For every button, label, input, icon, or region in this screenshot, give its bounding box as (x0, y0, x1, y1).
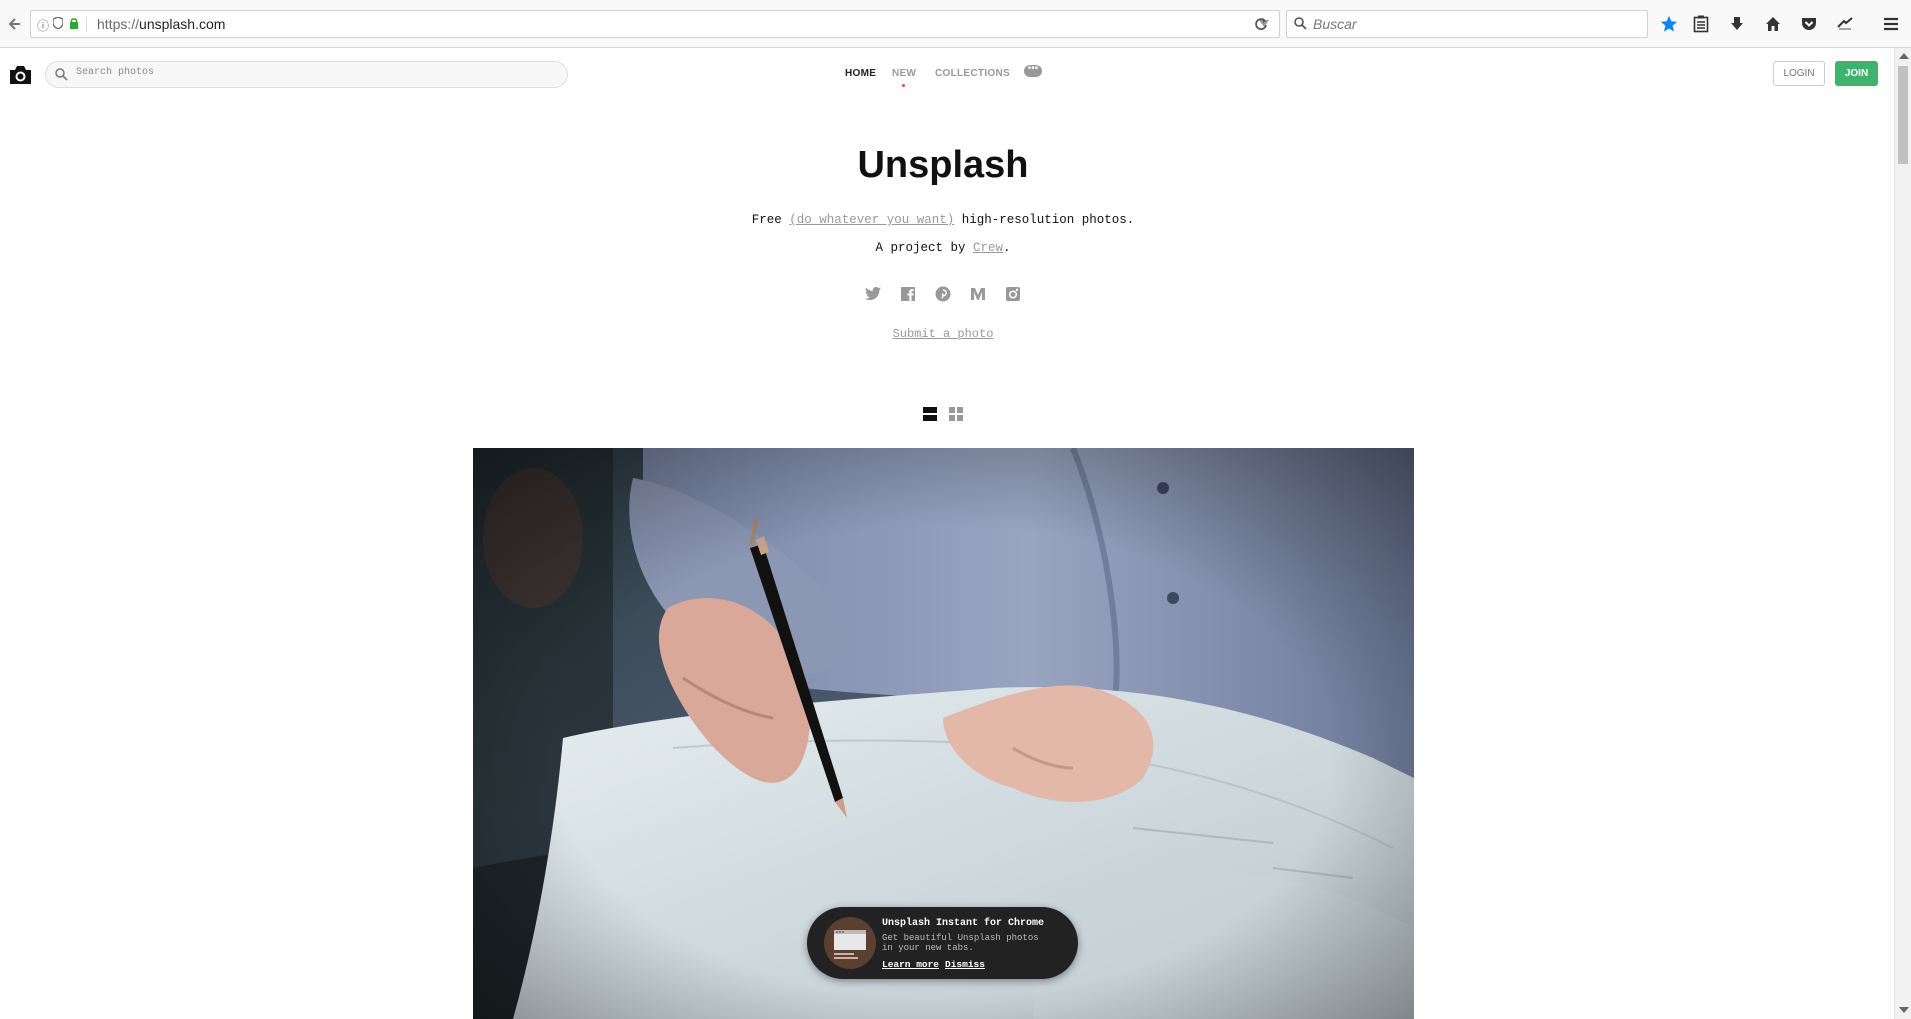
tagline: Free (do whatever you want) high-resolut… (751, 213, 1135, 227)
url-text[interactable]: https://unsplash.com (97, 16, 225, 32)
menu-icon[interactable] (1879, 12, 1903, 36)
page-title: Unsplash (857, 144, 1029, 186)
twitter-icon[interactable] (864, 285, 882, 303)
social-links (864, 285, 1022, 303)
extension-icon[interactable] (1833, 12, 1857, 36)
crew-link[interactable]: Crew (973, 241, 1003, 255)
search-photos-input[interactable] (74, 66, 548, 79)
scroll-thumb[interactable] (1898, 66, 1908, 164)
more-menu-button[interactable]: ••• (1024, 64, 1042, 77)
bookmark-star-icon[interactable] (1657, 12, 1681, 36)
join-button[interactable]: JOIN (1835, 61, 1878, 86)
single-column-view-icon[interactable] (923, 407, 937, 426)
info-icon[interactable]: ⓘ (37, 17, 49, 34)
reading-list-icon[interactable] (1689, 12, 1713, 36)
nav-collections-link[interactable]: COLLECTIONS (935, 68, 1010, 79)
back-button[interactable] (3, 12, 25, 36)
search-photos-field[interactable] (45, 61, 568, 88)
lock-icon[interactable] (69, 17, 79, 32)
camera-logo-icon[interactable] (8, 64, 33, 86)
promo-description: Get beautiful Unsplash photos in your ne… (882, 933, 1039, 953)
pinterest-icon[interactable] (934, 285, 952, 303)
nav-new-link[interactable]: NEW (892, 68, 916, 79)
home-icon[interactable] (1761, 12, 1785, 36)
url-bar[interactable]: ⓘ https://unsplash.com (30, 10, 1280, 38)
browser-search-placeholder: Buscar (1313, 16, 1357, 32)
site-header: HOME NEW COLLECTIONS ••• LOGIN JOIN (0, 48, 1894, 100)
scroll-up-icon[interactable] (1899, 53, 1909, 59)
back-arrow-icon (8, 18, 20, 30)
chrome-extension-toast: Unsplash Instant for Chrome Get beautifu… (807, 907, 1078, 979)
search-icon (55, 68, 68, 81)
scroll-down-icon[interactable] (1899, 1007, 1909, 1013)
dismiss-link[interactable]: Dismiss (945, 959, 985, 970)
nav-home-link[interactable]: HOME (845, 68, 876, 79)
instagram-icon[interactable] (1004, 285, 1022, 303)
scrollbar[interactable] (1894, 48, 1911, 1019)
promo-thumbnail (824, 917, 876, 969)
facebook-icon[interactable] (899, 285, 917, 303)
reload-button[interactable] (1250, 12, 1272, 36)
promo-links: Learn more Dismiss (882, 959, 991, 970)
license-link[interactable]: (do whatever you want) (789, 213, 954, 227)
browser-toolbar: ⓘ https://unsplash.com Buscar (0, 0, 1911, 48)
byline: A project by Crew. (875, 241, 1011, 255)
reload-icon (1255, 18, 1267, 30)
browser-search-bar[interactable]: Buscar (1286, 10, 1648, 38)
view-toggle (923, 407, 963, 426)
grid-view-icon[interactable] (949, 407, 963, 426)
medium-icon[interactable] (969, 285, 987, 303)
promo-title: Unsplash Instant for Chrome (882, 918, 1045, 929)
search-icon (1294, 17, 1307, 30)
new-indicator-dot (902, 84, 905, 87)
learn-more-link[interactable]: Learn more (882, 959, 939, 970)
tracking-shield-icon[interactable] (52, 16, 64, 32)
submit-photo-link[interactable]: Submit a photo (0, 327, 1886, 341)
downloads-icon[interactable] (1725, 12, 1749, 36)
pocket-icon[interactable] (1797, 12, 1821, 36)
login-button[interactable]: LOGIN (1773, 61, 1825, 86)
